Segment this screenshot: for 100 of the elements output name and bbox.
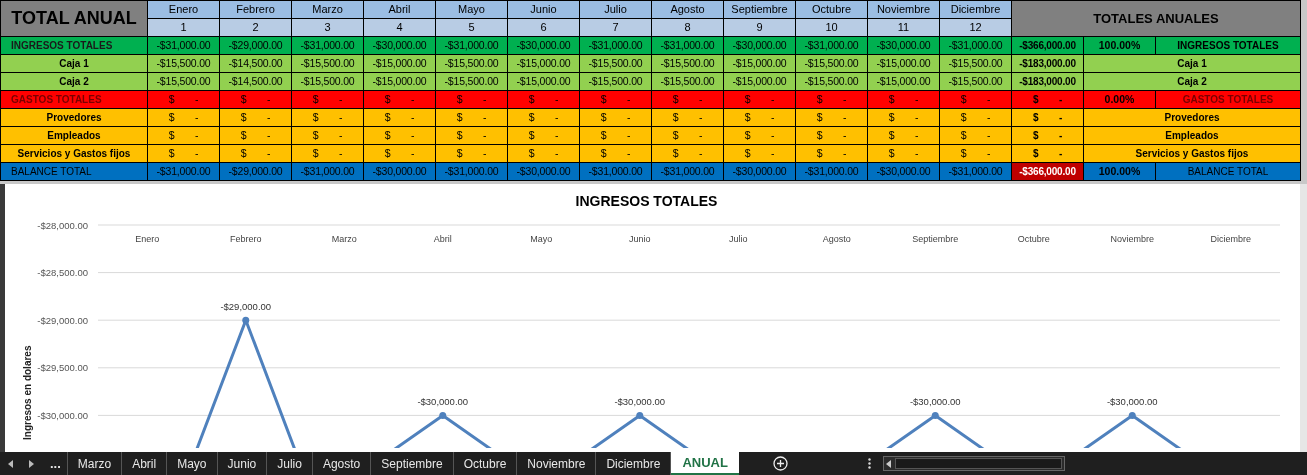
value-cell: $ - (364, 91, 435, 108)
month-number: 7 (580, 19, 651, 36)
sheet-tab[interactable]: Agosto (312, 452, 372, 475)
sheet-tab[interactable]: Marzo (67, 452, 123, 475)
category-label: Abril (433, 234, 452, 244)
sheet-tab[interactable]: ANUAL (671, 452, 739, 475)
vertical-scrollbar[interactable] (1300, 184, 1307, 452)
data-label: -$30,000.00 (417, 396, 469, 408)
add-sheet-icon[interactable] (772, 456, 788, 471)
total-cell: $ - (1012, 109, 1083, 126)
row-label: Caja 1 (1, 55, 147, 72)
y-tick-label: -$28,000.00 (37, 219, 88, 231)
value-cell: $ - (580, 109, 651, 126)
value-cell: $ - (940, 145, 1011, 162)
value-cell: $ - (148, 91, 219, 108)
value-cell: -$30,000.00 (724, 37, 795, 54)
sheet-tab[interactable]: Julio (267, 452, 313, 475)
sheet-title: TOTAL ANUAL (1, 1, 147, 36)
month-number: 4 (364, 19, 435, 36)
category-label: Junio (629, 234, 651, 244)
value-cell: $ - (580, 145, 651, 162)
summary-label: Caja 1 (1084, 55, 1300, 72)
sheet-tab[interactable]: Abril (122, 452, 168, 475)
data-label: -$30,000.00 (1106, 396, 1158, 408)
total-cell: -$366,000.00 (1012, 37, 1083, 54)
value-cell: $ - (580, 91, 651, 108)
value-cell: $ - (220, 91, 291, 108)
month-number: 9 (724, 19, 795, 36)
value-cell: $ - (724, 91, 795, 108)
sheet-tab[interactable]: Octubre (453, 452, 518, 475)
value-cell: -$29,000.00 (220, 37, 291, 54)
value-cell: $ - (724, 109, 795, 126)
more-sheets-button[interactable]: ... (44, 452, 68, 475)
scroll-left-icon[interactable] (8, 459, 13, 468)
row-label: Empleados (1, 127, 147, 144)
value-cell: $ - (724, 127, 795, 144)
value-cell: $ - (508, 145, 579, 162)
category-label: Mayo (530, 234, 553, 244)
row-label: GASTOS TOTALES (1, 91, 147, 108)
value-cell: $ - (436, 109, 507, 126)
value-cell: $ - (292, 91, 363, 108)
percent-cell: 100.00% (1084, 37, 1155, 54)
category-label: Febrero (230, 234, 262, 244)
value-cell: -$15,500.00 (796, 55, 867, 72)
month-number: 6 (508, 19, 579, 36)
value-cell: $ - (796, 145, 867, 162)
y-tick-label: -$28,500.00 (37, 267, 88, 279)
value-cell: -$15,500.00 (940, 73, 1011, 90)
month-header: Enero (148, 1, 219, 18)
summary-label: GASTOS TOTALES (1156, 91, 1300, 108)
value-cell: -$30,000.00 (868, 163, 939, 180)
chart-title: INGRESOS TOTALES (575, 193, 718, 209)
value-cell: -$31,000.00 (580, 163, 651, 180)
options-icon[interactable] (867, 458, 871, 469)
summary-label: BALANCE TOTAL (1156, 163, 1300, 180)
value-cell: -$30,000.00 (364, 163, 435, 180)
horizontal-scrollbar[interactable] (882, 456, 1065, 471)
value-cell: $ - (436, 127, 507, 144)
value-cell: $ - (652, 127, 723, 144)
value-cell: $ - (580, 127, 651, 144)
value-cell: $ - (940, 91, 1011, 108)
y-tick-label: -$29,000.00 (37, 314, 88, 326)
value-cell: $ - (292, 127, 363, 144)
total-cell: -$183,000.00 (1012, 73, 1083, 90)
value-cell: $ - (148, 109, 219, 126)
sheet-tab[interactable]: Junio (217, 452, 268, 475)
data-label: -$29,000.00 (220, 301, 272, 313)
value-cell: -$31,000.00 (580, 37, 651, 54)
value-cell: -$15,500.00 (148, 73, 219, 90)
month-header: Agosto (652, 1, 723, 18)
value-cell: -$14,500.00 (220, 73, 291, 90)
value-cell: -$30,000.00 (508, 37, 579, 54)
percent-cell: 0.00% (1084, 91, 1155, 108)
value-cell: $ - (940, 109, 1011, 126)
data-point (242, 316, 250, 324)
month-header: Septiembre (724, 1, 795, 18)
value-cell: $ - (652, 91, 723, 108)
value-cell: $ - (652, 109, 723, 126)
y-tick-label: -$29,500.00 (37, 362, 88, 374)
total-cell: -$183,000.00 (1012, 55, 1083, 72)
value-cell: $ - (508, 109, 579, 126)
totals-header: TOTALES ANUALES (1012, 1, 1300, 36)
scroll-right-icon[interactable] (29, 459, 34, 468)
value-cell: $ - (868, 145, 939, 162)
value-cell: -$31,000.00 (436, 163, 507, 180)
value-cell: -$29,000.00 (220, 163, 291, 180)
value-cell: -$15,000.00 (868, 55, 939, 72)
value-cell: -$30,000.00 (364, 37, 435, 54)
value-cell: $ - (796, 91, 867, 108)
sheet-tab[interactable]: Noviembre (517, 452, 597, 475)
value-cell: $ - (796, 109, 867, 126)
summary-label: Servicios y Gastos fijos (1084, 145, 1300, 162)
value-cell: -$30,000.00 (868, 37, 939, 54)
sheet-tab[interactable]: Septiembre (371, 452, 454, 475)
data-label: -$30,000.00 (614, 396, 666, 408)
value-cell: -$15,000.00 (508, 55, 579, 72)
sheet-tab[interactable]: Mayo (167, 452, 218, 475)
summary-label: Empleados (1084, 127, 1300, 144)
total-cell: -$366,000.00 (1012, 163, 1083, 180)
scroll-left-icon[interactable] (885, 459, 891, 468)
